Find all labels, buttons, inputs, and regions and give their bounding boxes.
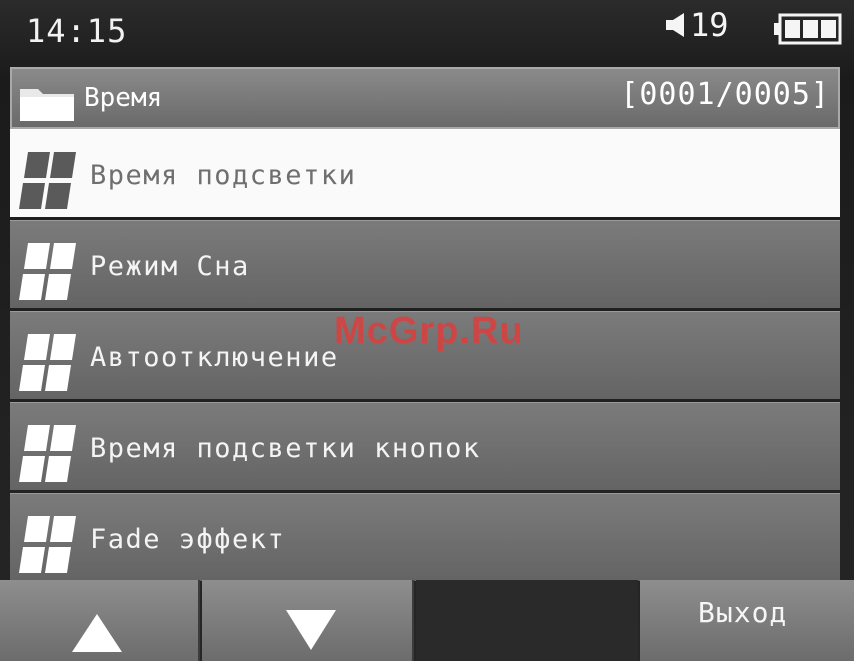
exit-label: Выход bbox=[698, 596, 788, 629]
folder-title: Время bbox=[84, 83, 163, 113]
blank-softkey[interactable] bbox=[416, 580, 638, 661]
volume-level: 19 bbox=[690, 6, 729, 44]
grid-icon bbox=[19, 516, 76, 573]
grid-icon bbox=[19, 334, 76, 391]
grid-icon bbox=[19, 152, 76, 209]
folder-header: Время [0001/0005] bbox=[10, 67, 840, 129]
battery-full-icon bbox=[774, 13, 842, 45]
menu-item-label: Автоотключение bbox=[90, 342, 339, 373]
menu-item-label: Режим Сна bbox=[90, 251, 250, 282]
settings-menu-list: Время подсветки Режим Сна Автоотключение bbox=[10, 129, 840, 584]
device-screen: 14:15 19 Время [0001/0005] Время подсвет… bbox=[0, 0, 854, 661]
menu-item-label: Fade эффект bbox=[90, 524, 286, 555]
scroll-up-button[interactable] bbox=[0, 580, 200, 661]
grid-icon bbox=[19, 425, 76, 482]
menu-item-label: Время подсветки кнопок bbox=[90, 433, 481, 464]
exit-button[interactable]: Выход bbox=[640, 580, 854, 661]
menu-item-key-backlight-time[interactable]: Время подсветки кнопок bbox=[10, 402, 840, 490]
speaker-icon bbox=[666, 13, 684, 37]
menu-item-sleep-mode[interactable]: Режим Сна bbox=[10, 220, 840, 308]
triangle-up-icon bbox=[72, 614, 122, 652]
clock: 14:15 bbox=[26, 12, 128, 50]
menu-item-label: Время подсветки bbox=[90, 160, 357, 191]
folder-icon bbox=[20, 89, 74, 121]
status-bar: 14:15 19 bbox=[0, 0, 854, 66]
volume-indicator: 19 bbox=[664, 6, 729, 44]
grid-icon bbox=[19, 243, 76, 300]
item-counter: [0001/0005] bbox=[620, 77, 830, 112]
scroll-down-button[interactable] bbox=[202, 580, 414, 661]
menu-item-backlight-time[interactable]: Время подсветки bbox=[10, 129, 840, 217]
watermark: McGrp.Ru bbox=[334, 310, 524, 352]
softkey-bar: Выход bbox=[0, 580, 854, 661]
menu-item-fade-effect[interactable]: Fade эффект bbox=[10, 493, 840, 581]
triangle-down-icon bbox=[286, 610, 336, 650]
